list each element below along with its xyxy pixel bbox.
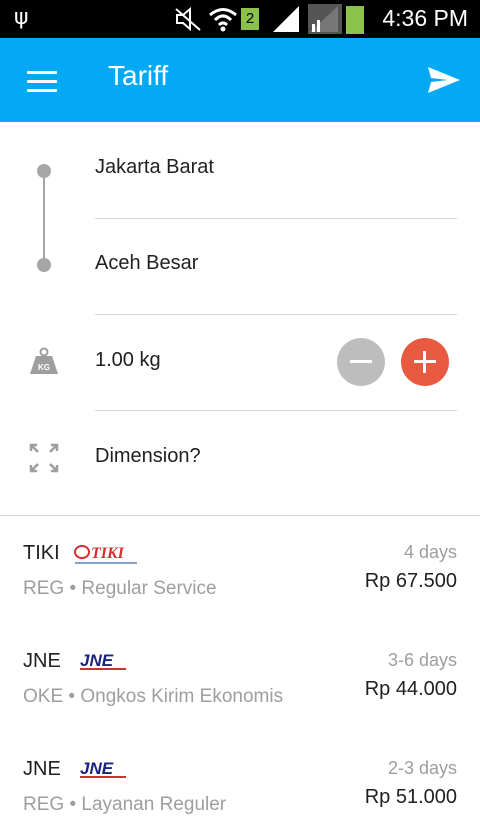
- jne-logo: JNE: [80, 651, 126, 670]
- destination-field[interactable]: Aceh Besar: [95, 252, 198, 275]
- tiki-logo: TIKI: [74, 545, 137, 564]
- signal-icon: [273, 6, 299, 32]
- tariff-item[interactable]: TIKI TIKI 4 days REG • Regular Service R…: [0, 516, 480, 624]
- page-title: Tariff: [108, 60, 169, 91]
- dimension-field[interactable]: Dimension?: [95, 445, 201, 468]
- menu-icon[interactable]: [27, 71, 57, 95]
- status-time: 4:36 PM: [382, 5, 468, 31]
- sim-slot-badge: 2: [241, 8, 259, 30]
- signal-icon: [308, 4, 342, 34]
- delivery-days: 2-3 days: [387, 758, 457, 778]
- mute-icon: [175, 6, 201, 32]
- decrease-weight-button[interactable]: [337, 338, 385, 386]
- service-description: REG • Regular Service: [23, 578, 217, 599]
- increase-weight-button[interactable]: [401, 338, 449, 386]
- svg-text:TIKI: TIKI: [91, 545, 125, 562]
- app-toolbar: Tariff: [0, 38, 480, 122]
- battery-icon: [346, 6, 364, 34]
- origin-field[interactable]: Jakarta Barat: [95, 156, 214, 179]
- weight-icon: KG: [30, 347, 58, 374]
- svg-text:JNE: JNE: [80, 651, 114, 670]
- expand-icon: [29, 443, 59, 473]
- route-line: [43, 171, 45, 265]
- jne-logo: JNE: [80, 759, 126, 778]
- service-description: OKE • Ongkos Kirim Ekonomis: [23, 686, 284, 707]
- divider: [95, 410, 457, 411]
- price: Rp 44.000: [364, 678, 457, 700]
- status-bar: ψ 2 4:36 PM: [0, 0, 480, 38]
- destination-dot: [37, 258, 51, 272]
- courier-name: JNE: [23, 650, 61, 672]
- send-icon[interactable]: [426, 65, 462, 95]
- service-name: Ongkos Kirim Ekonomis: [80, 686, 284, 707]
- service-description: REG • Layanan Reguler: [23, 794, 227, 815]
- tariff-item[interactable]: JNE JNE 2-3 days REG • Layanan Reguler R…: [0, 732, 480, 840]
- courier-name: TIKI: [23, 542, 60, 564]
- service-code: OKE: [23, 686, 64, 707]
- price: Rp 67.500: [364, 570, 457, 592]
- usb-icon: ψ: [14, 5, 29, 30]
- service-name: Regular Service: [81, 578, 217, 599]
- weight-value[interactable]: 1.00 kg: [95, 349, 161, 372]
- divider: [95, 218, 457, 219]
- weight-icon-label: KG: [38, 363, 50, 372]
- service-name: Layanan Reguler: [81, 794, 227, 815]
- svg-text:JNE: JNE: [80, 759, 114, 778]
- price: Rp 51.000: [364, 786, 457, 808]
- service-code: REG: [23, 794, 65, 815]
- courier-name: JNE: [23, 758, 61, 780]
- delivery-days: 3-6 days: [387, 650, 457, 670]
- delivery-days: 4 days: [403, 542, 457, 562]
- tariff-item[interactable]: JNE JNE 3-6 days OKE • Ongkos Kirim Ekon…: [0, 624, 480, 732]
- service-code: REG: [23, 578, 65, 599]
- wifi-icon: [209, 8, 237, 32]
- divider: [95, 314, 457, 315]
